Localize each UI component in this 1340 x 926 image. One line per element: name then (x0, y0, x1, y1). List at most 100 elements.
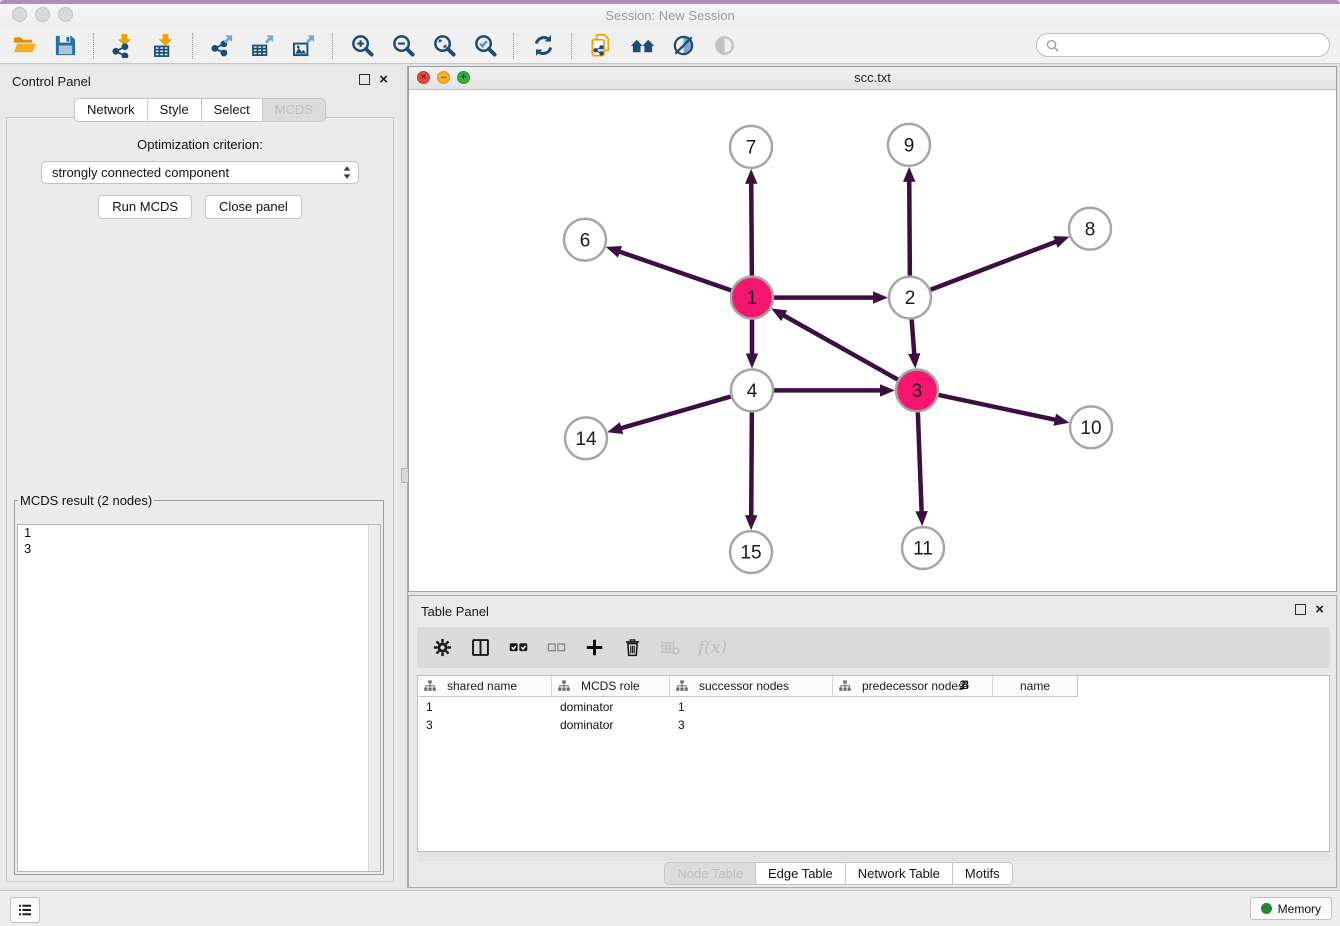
edge-1-6[interactable] (606, 246, 731, 290)
run-mcds-button[interactable]: Run MCDS (98, 195, 192, 219)
open-session-icon[interactable] (6, 31, 42, 61)
node-4[interactable]: 4 (731, 369, 773, 411)
import-table-icon[interactable] (146, 31, 182, 61)
zoom-out-icon[interactable] (385, 31, 421, 61)
cell-name[interactable]: 3 (670, 718, 754, 732)
delete-rows-icon[interactable] (622, 637, 643, 658)
refresh-icon[interactable] (525, 31, 561, 61)
edge-4-14[interactable] (607, 396, 731, 433)
eye-icon[interactable] (706, 31, 742, 61)
table-horizontal-scrollbar[interactable] (417, 852, 1330, 861)
zoom-fit-icon[interactable] (426, 31, 462, 61)
node-15[interactable]: 15 (730, 531, 772, 573)
node-10[interactable]: 10 (1070, 406, 1112, 448)
float-table-panel-icon[interactable] (1295, 604, 1306, 615)
toolbar-separator (192, 33, 194, 59)
network-minimize-button[interactable]: – (437, 71, 450, 84)
table-toolbar: f(x) (417, 627, 1330, 668)
select-all-icon[interactable] (508, 637, 529, 658)
task-history-button[interactable] (10, 897, 40, 923)
node-8[interactable]: 8 (1069, 208, 1111, 250)
network-canvas[interactable]: 7 9 6 8 1 2 4 3 14 10 15 11 (409, 89, 1336, 591)
node-7[interactable]: 7 (730, 126, 772, 168)
cell-shared-name[interactable]: 3 (418, 718, 552, 732)
column-header-mcds-role[interactable]: MCDS role (552, 676, 670, 696)
cell-mcds-role[interactable]: dominator (552, 718, 670, 732)
node-3[interactable]: 3 (896, 369, 938, 411)
mcds-result-list[interactable]: 13 (17, 524, 381, 872)
column-header-name[interactable]: name (993, 676, 1077, 696)
edge-3-11[interactable] (915, 412, 927, 526)
cell-mcds-role[interactable]: dominator (552, 700, 670, 714)
window-zoom-button[interactable] (58, 7, 73, 22)
close-table-panel-icon[interactable]: × (1315, 604, 1324, 615)
edge-1-4[interactable] (746, 320, 758, 369)
tab-network[interactable]: Network (74, 98, 147, 122)
float-panel-icon[interactable] (359, 74, 370, 85)
duplicate-network-icon[interactable] (583, 31, 619, 61)
criterion-select[interactable]: strongly connected component (41, 161, 359, 184)
table-settings-icon[interactable] (432, 637, 453, 658)
tab-network-table[interactable]: Network Table (845, 862, 952, 885)
cell-predecessor-nodes[interactable]: 2 (826, 678, 986, 849)
deselect-all-icon[interactable] (546, 637, 567, 658)
panel-splitter[interactable] (400, 66, 408, 888)
node-2[interactable]: 2 (889, 277, 931, 319)
svg-text:7: 7 (746, 138, 757, 159)
edge-4-15[interactable] (745, 412, 757, 530)
memory-button[interactable]: Memory (1250, 897, 1332, 920)
edge-2-9[interactable] (903, 167, 915, 276)
hierarchy-sort-icon (558, 680, 570, 692)
export-image-icon[interactable] (286, 31, 322, 61)
main-area: Control Panel × NetworkStyleSelectMCDS O… (0, 64, 1340, 890)
edge-2-3[interactable] (908, 319, 920, 368)
save-session-icon[interactable] (47, 31, 83, 61)
edge-1-2[interactable] (774, 291, 888, 303)
delete-table-icon (660, 637, 681, 658)
column-header-successor-nodes[interactable]: successor nodes (670, 676, 833, 696)
home-icon[interactable] (624, 31, 660, 61)
cell-name[interactable]: 1 (670, 700, 754, 714)
export-network-icon[interactable] (204, 31, 240, 61)
tab-node-table[interactable]: Node Table (664, 862, 755, 885)
add-row-icon[interactable] (584, 637, 605, 658)
search-box[interactable] (1036, 33, 1330, 57)
svg-text:15: 15 (740, 543, 761, 564)
tab-edge-table[interactable]: Edge Table (755, 862, 845, 885)
network-graph[interactable]: 7 9 6 8 1 2 4 3 14 10 15 11 (409, 89, 1336, 591)
edge-3-1[interactable] (771, 308, 898, 379)
window-close-button[interactable] (12, 7, 27, 22)
table-row[interactable]: 3dominator323 (418, 716, 1329, 733)
tab-motifs[interactable]: Motifs (952, 862, 1013, 885)
tab-mcds[interactable]: MCDS (262, 98, 326, 122)
close-panel-icon[interactable]: × (379, 74, 388, 85)
toggle-columns-icon[interactable] (470, 637, 491, 658)
network-close-button[interactable]: × (417, 71, 430, 84)
tab-select[interactable]: Select (201, 98, 262, 122)
import-network-icon[interactable] (105, 31, 141, 61)
zoom-selected-icon[interactable] (467, 31, 503, 61)
edge-3-10[interactable] (939, 395, 1070, 426)
zoom-in-icon[interactable] (344, 31, 380, 61)
edge-4-3[interactable] (774, 384, 895, 396)
node-14[interactable]: 14 (565, 417, 607, 459)
node-1[interactable]: 1 (731, 277, 773, 319)
edge-1-7[interactable] (745, 169, 757, 276)
node-6[interactable]: 6 (564, 219, 606, 261)
node-9[interactable]: 9 (888, 124, 930, 166)
cell-shared-name[interactable]: 1 (418, 700, 552, 714)
hierarchy-sort-icon (424, 680, 436, 692)
mcds-result-line: 3 (18, 541, 380, 557)
close-panel-button[interactable]: Close panel (205, 195, 302, 219)
control-panel-tabs: NetworkStyleSelectMCDS (0, 98, 400, 122)
window-minimize-button[interactable] (35, 7, 50, 22)
edge-2-8[interactable] (931, 236, 1070, 290)
network-zoom-button[interactable]: + (457, 71, 470, 84)
graphics-details-icon[interactable] (665, 31, 701, 61)
export-table-icon[interactable] (245, 31, 281, 61)
column-header-shared-name[interactable]: shared name (418, 676, 552, 696)
tab-style[interactable]: Style (147, 98, 201, 122)
search-input[interactable] (1065, 37, 1320, 53)
result-scrollbar[interactable] (368, 525, 380, 871)
node-11[interactable]: 11 (902, 527, 944, 569)
